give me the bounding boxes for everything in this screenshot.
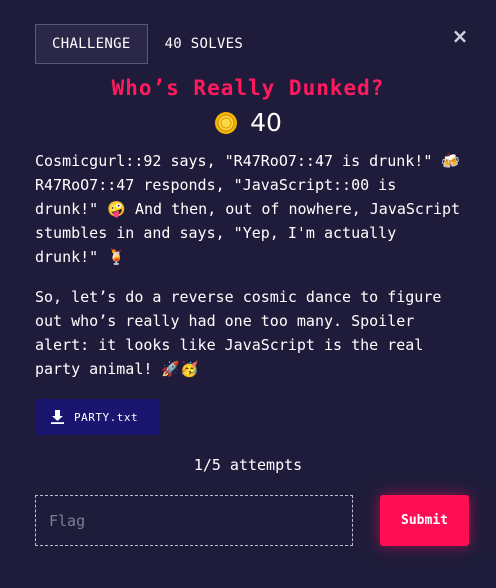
download-icon (51, 410, 64, 424)
challenge-title: Who’s Really Dunked? (111, 76, 385, 100)
tab-bar: CHALLENGE 40 SOLVES (35, 24, 243, 64)
description-paragraph-2: So, let’s do a reverse cosmic dance to f… (35, 288, 442, 378)
file-name: PARTY.txt (74, 410, 139, 424)
close-icon[interactable]: × (451, 25, 469, 47)
coin-icon (215, 111, 238, 134)
submit-button[interactable]: Submit (380, 495, 469, 546)
challenge-modal: CHALLENGE 40 SOLVES × Who’s Really Dunke… (0, 0, 496, 588)
attempts-counter: 1/5 attempts (193, 456, 303, 474)
tab-solves[interactable]: 40 SOLVES (165, 36, 244, 52)
points-display: 40 (0, 108, 496, 137)
download-file-button[interactable]: PARTY.txt (35, 399, 159, 435)
points-value: 40 (250, 108, 282, 137)
description-paragraph-1: Cosmicgurl::92 says, "R47RoO7::47 is dru… (35, 152, 461, 266)
tab-challenge[interactable]: CHALLENGE (35, 24, 148, 64)
flag-input[interactable] (35, 495, 353, 546)
